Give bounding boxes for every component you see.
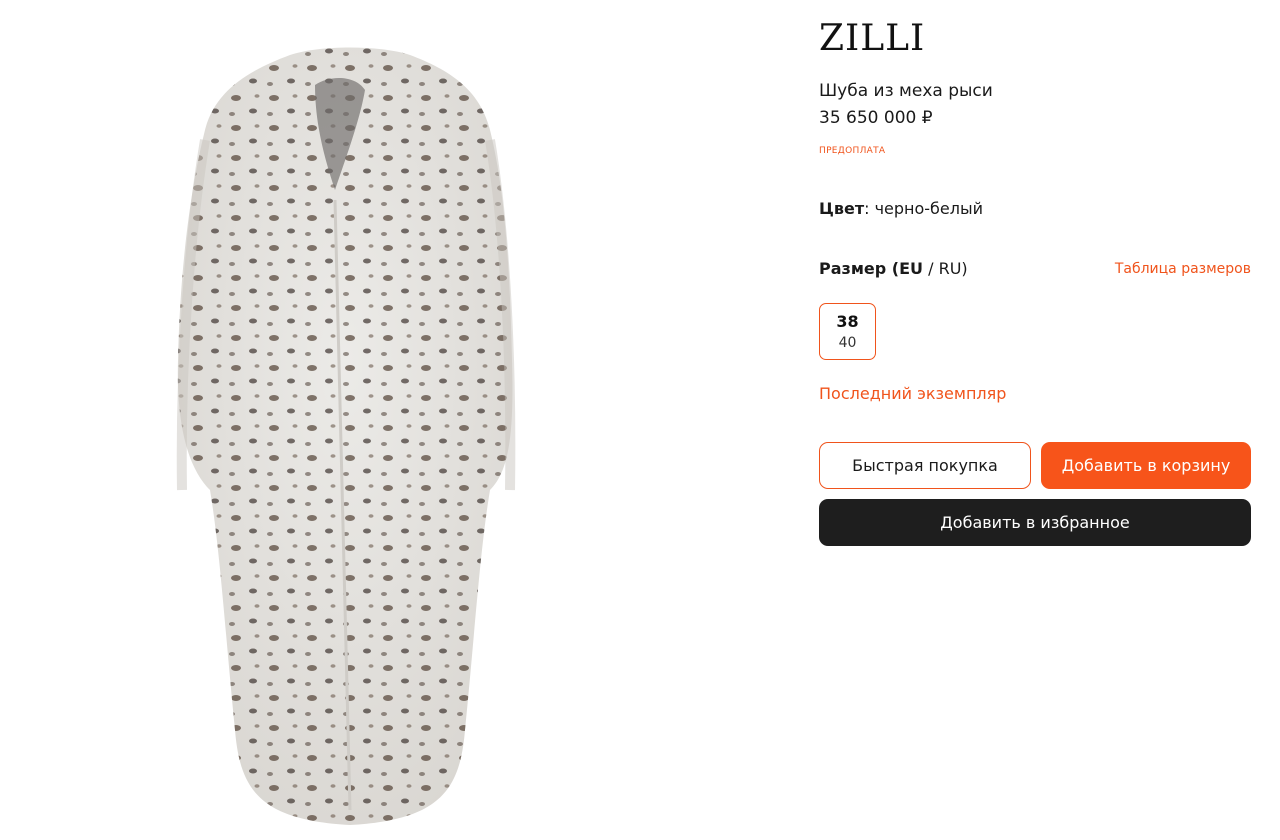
size-chart-link[interactable]: Таблица размеров xyxy=(1115,261,1251,277)
size-option[interactable]: 38 40 xyxy=(819,303,876,360)
color-label: Цвет xyxy=(819,199,865,218)
add-to-cart-button[interactable]: Добавить в корзину xyxy=(1041,442,1251,489)
stock-note: Последний экземпляр xyxy=(819,384,1007,403)
color-row: Цвет: черно-белый xyxy=(819,199,983,218)
color-separator: : xyxy=(864,199,870,218)
size-label-eu: Размер (EU xyxy=(819,259,924,278)
quick-buy-button[interactable]: Быстрая покупка xyxy=(819,442,1031,489)
size-option-eu: 38 xyxy=(836,312,859,331)
size-label-ru: / RU) xyxy=(923,259,968,278)
prepayment-badge: ПРЕДОПЛАТА xyxy=(819,146,886,156)
brand-name[interactable]: ZILLI xyxy=(819,18,925,59)
size-header: Размер (EU / RU) Таблица размеров xyxy=(819,259,1251,283)
product-image[interactable] xyxy=(150,30,550,830)
size-label: Размер (EU / RU) xyxy=(819,259,968,278)
product-price: 35 650 000 ₽ xyxy=(819,108,933,128)
size-option-ru: 40 xyxy=(838,335,857,351)
product-title: Шуба из меха рыси xyxy=(819,81,993,101)
color-value: черно-белый xyxy=(874,199,984,218)
add-to-favorites-button[interactable]: Добавить в избранное xyxy=(819,499,1251,546)
product-gallery xyxy=(0,0,700,840)
